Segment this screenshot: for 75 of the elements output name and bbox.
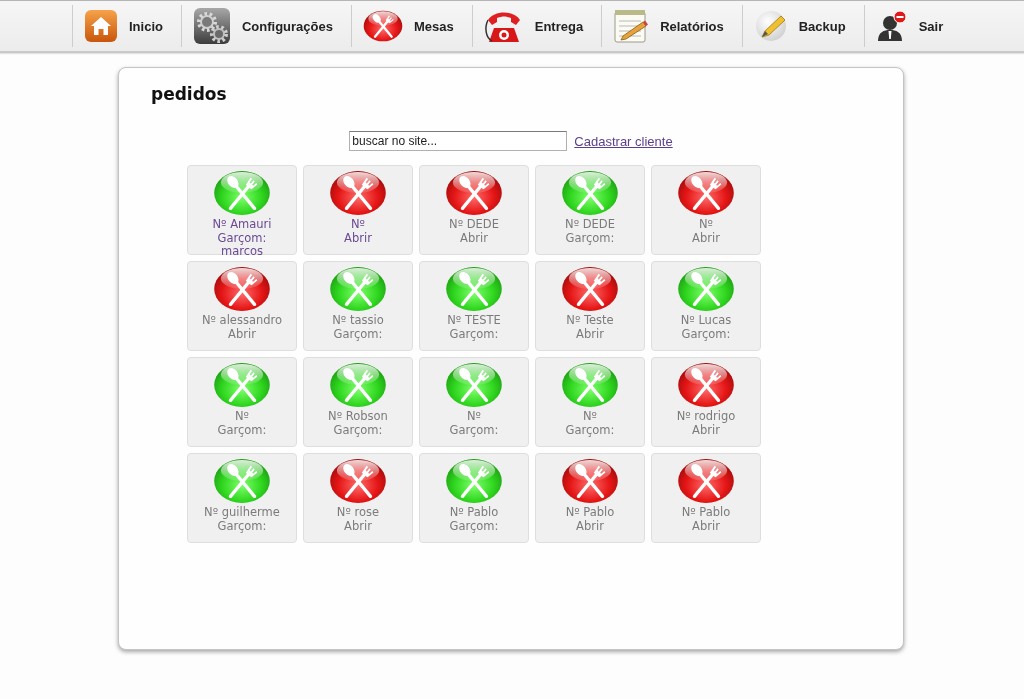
table-label: Abrir (576, 519, 604, 533)
gear-icon (192, 7, 231, 45)
table-label: Nº Pablo (681, 506, 731, 520)
table-label: Abrir (692, 231, 720, 245)
table-label: Garçom: (333, 327, 383, 341)
table-label: Nº (583, 410, 597, 424)
table-tile[interactable]: Nº tassio Garçom: (303, 261, 413, 351)
table-tile[interactable]: Nº Amauri Garçom: marcos (187, 165, 297, 255)
table-label: Nº rose (336, 506, 380, 520)
table-tile[interactable]: Nº DEDE Garçom: (535, 165, 645, 255)
table-label: Nº DEDE (449, 218, 499, 232)
table-tile[interactable]: Nº Garçom: (535, 357, 645, 447)
person-icon (875, 9, 908, 43)
table-tile[interactable]: Nº rose Abrir (303, 453, 413, 543)
table-label: Nº Teste (566, 314, 614, 328)
table-label: Garçom: (681, 327, 731, 341)
table-label: Nº rodrigo (676, 410, 736, 424)
table-label: Nº Amauri (212, 218, 272, 232)
table-tile[interactable]: Nº Robson Garçom: (303, 357, 413, 447)
nav-link[interactable]: Relatórios (601, 5, 742, 47)
table-label: Nº alessandro (201, 314, 283, 328)
nav-link[interactable]: Configurações (180, 5, 351, 47)
table-label: Abrir (576, 327, 604, 341)
table-tile[interactable]: Nº rodrigo Abrir (651, 357, 761, 447)
table-label: Abrir (692, 423, 720, 437)
table-tile[interactable]: Nº Garçom: (419, 357, 529, 447)
table-label: Nº Pablo (449, 506, 499, 520)
table-tile[interactable]: Nº Pablo Abrir (651, 453, 761, 543)
nav-link[interactable]: Mesas (350, 5, 472, 47)
table-tile[interactable]: Nº Abrir (651, 165, 761, 255)
table-label: Nº (351, 218, 365, 232)
table-label: Garçom: (565, 423, 615, 437)
table-tile[interactable]: Nº Pablo Garçom: (419, 453, 529, 543)
table-label: Abrir (228, 327, 256, 341)
table-label: Abrir (344, 231, 372, 245)
table-label: Garçom: (217, 519, 267, 533)
home-icon (84, 9, 118, 43)
table-tile[interactable]: Nº Teste Abrir (535, 261, 645, 351)
table-tile[interactable]: Nº alessandro Abrir (187, 261, 297, 351)
table-label: Garçom: (449, 519, 499, 533)
pencil-disc-icon (753, 9, 788, 43)
nav-link[interactable]: Inicio (72, 5, 181, 47)
table-tile[interactable]: Nº guilherme Garçom: (187, 453, 297, 543)
table-label: Nº TESTE (447, 314, 501, 328)
nav-link[interactable]: Backup (741, 5, 864, 47)
table-label: Garçom: (449, 423, 499, 437)
table-label: Nº tassio (332, 314, 384, 328)
table-tile[interactable]: Nº Garçom: (187, 357, 297, 447)
table-label: Garçom: (217, 423, 267, 437)
nav-link[interactable]: Entrega (471, 5, 602, 47)
table-label: Nº Lucas (680, 314, 732, 328)
register-client-link[interactable]: Cadastrar cliente (574, 133, 673, 149)
table-label: Garçom: (333, 423, 383, 437)
table-label: Nº DEDE (565, 218, 615, 232)
notepad-pencil-icon (613, 8, 650, 44)
table-label: Garçom: (565, 231, 615, 245)
table-label: Abrir (344, 519, 372, 533)
table-label: Nº (235, 410, 249, 424)
table-tile[interactable]: Nº Abrir (303, 165, 413, 255)
table-label: Nº guilherme (204, 506, 280, 520)
table-tile[interactable]: Nº Lucas Garçom: (651, 261, 761, 351)
table-label: Nº Pablo (565, 506, 615, 520)
table-label: Abrir (460, 231, 488, 245)
page-title: pedidos (150, 83, 227, 105)
table-tile[interactable]: Nº Pablo Abrir (535, 453, 645, 543)
table-label: Nº (699, 218, 713, 232)
table-tile[interactable]: Nº TESTE Garçom: (419, 261, 529, 351)
table-tile[interactable]: Nº DEDE Abrir (419, 165, 529, 255)
table-label: Nº Robson (328, 410, 388, 424)
table-label: Abrir (692, 519, 720, 533)
table-label: Garçom: (217, 231, 267, 245)
search-field[interactable]: buscar no site... (349, 131, 568, 151)
table-label: Garçom: (449, 327, 499, 341)
table-label: Nº (467, 410, 481, 424)
nav-link[interactable]: Sair (863, 5, 962, 47)
